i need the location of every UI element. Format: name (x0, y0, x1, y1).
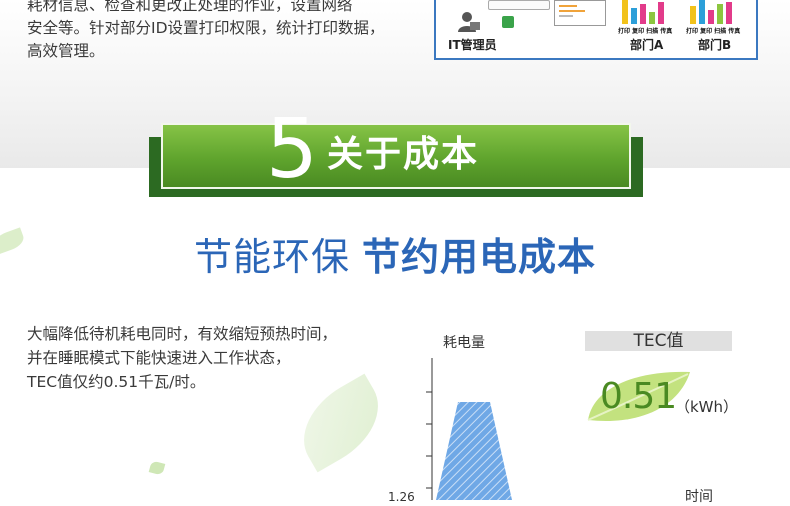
tec-label-box: TEC值 (585, 331, 732, 351)
headline-part-1: 节能环保 (193, 235, 350, 279)
intro-line: 安全等。针对部分ID设置打印权限，统计打印数据， (27, 19, 385, 37)
x-axis-label: 时间 (685, 489, 713, 505)
y-axis-label: 耗电量 (443, 335, 485, 351)
headline-part-2: 节约用电成本 (362, 235, 597, 279)
intro-paragraph: 耗材信息、检查和更改正处理的作业，设置网络 安全等。针对部分ID设置打印权限，统… (27, 0, 417, 63)
intro-line: 高效管理。 (27, 42, 105, 60)
tec-unit: （kWh） (675, 398, 739, 416)
dept-a-bars (622, 0, 664, 24)
document-tag-icon (488, 0, 550, 10)
section-number: 5 (265, 102, 319, 197)
dept-b-label: 部门B (698, 38, 732, 52)
cost-description: 大幅降低待机耗电同时，有效缩短预热时间， 并在睡眠模式下能快速进入工作状态， T… (27, 322, 417, 394)
dept-b-bars (690, 0, 732, 24)
description-line: 并在睡眠模式下能快速进入工作状态， (27, 349, 291, 367)
report-thumbnail (554, 0, 606, 26)
dept-b-bar-caption: 打印 复印 扫描 传真 (686, 28, 741, 35)
page-headline: 节能环保 节约用电成本 (0, 233, 790, 281)
y-tick-label: 1.26 (388, 490, 415, 504)
description-line: 大幅降低待机耗电同时，有效缩短预热时间， (27, 325, 338, 343)
it-admin-label: IT管理员 (448, 38, 497, 52)
it-management-diagram: 打印 复印 扫描 传真 部门A 打印 复印 扫描 传真 部门B IT管理员 (434, 0, 758, 60)
admin-person-icon (458, 12, 480, 32)
description-line: TEC值仅约0.51千瓦/时。 (27, 373, 206, 391)
tec-value: 0.51 (600, 376, 677, 417)
dept-a-label: 部门A (630, 38, 664, 52)
decorative-leaf-icon (148, 460, 166, 476)
dept-a-bar-caption: 打印 复印 扫描 传真 (618, 28, 673, 35)
intro-line: 耗材信息、检查和更改正处理的作业，设置网络 (27, 0, 353, 14)
section-banner: 5 关于成本 (149, 109, 643, 197)
power-peak-area (436, 402, 512, 500)
section-title: 关于成本 (327, 134, 480, 175)
network-icon (502, 16, 514, 28)
